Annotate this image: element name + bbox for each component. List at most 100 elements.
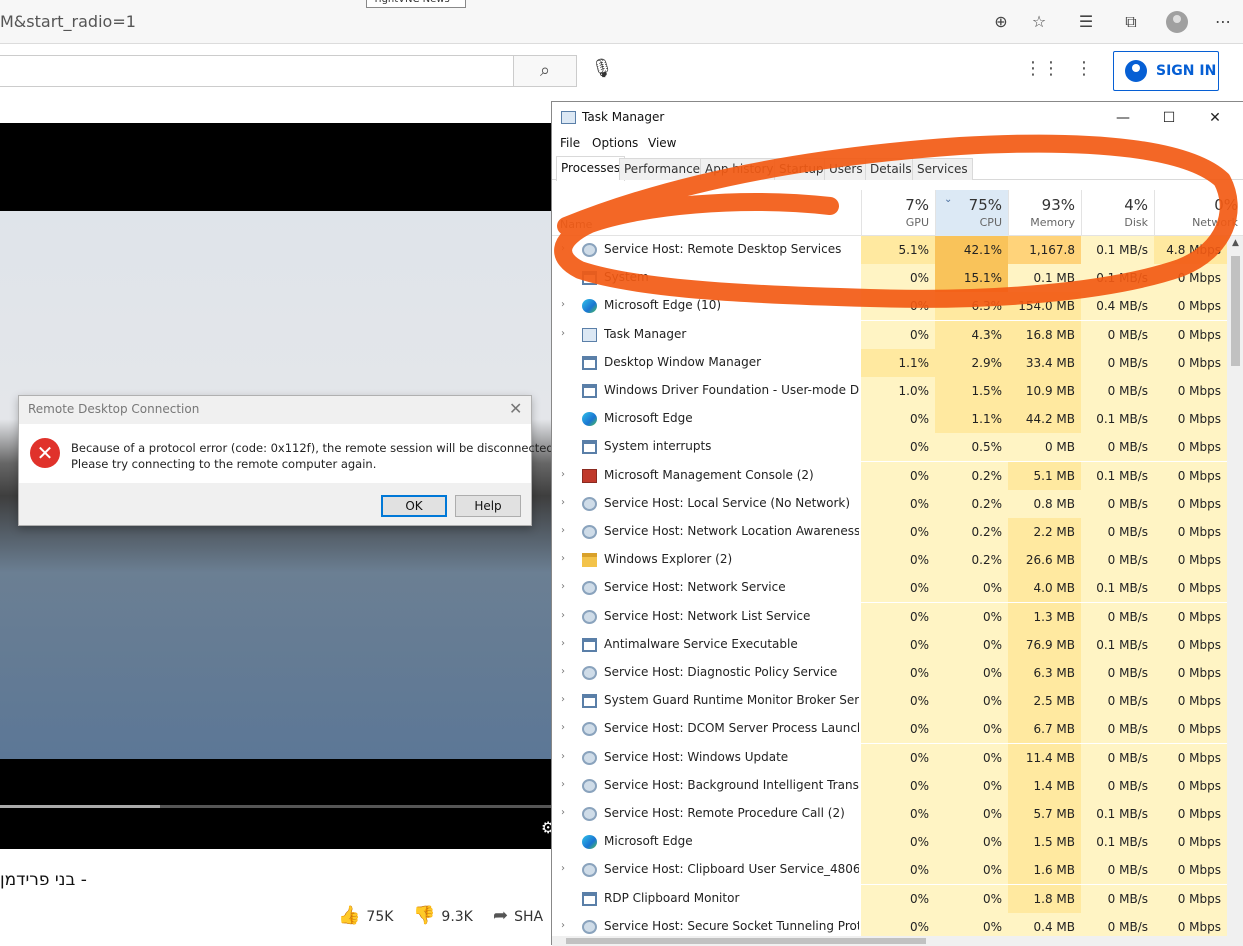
process-row[interactable]: System 0% 15.1% 0.1 MB 0.1 MB/s 0 Mbps [552,264,1243,293]
title-bar[interactable]: Task Manager — ☐ ✕ [552,102,1243,134]
like-button[interactable]: 👍 75K [338,905,393,927]
expand-chevron-icon[interactable]: › [561,666,565,677]
search-input[interactable] [0,55,514,87]
column-memory[interactable]: 93% Memory [1008,190,1081,236]
scroll-thumb[interactable] [1231,256,1240,366]
apps-grid-icon[interactable]: ⋮⋮ [1024,58,1060,82]
process-disk-cell: 0.1 MB/s [1081,461,1154,490]
process-row[interactable]: › Microsoft Management Console (2) 0% 0.2% 5… [552,461,1243,490]
more-vert-icon[interactable]: ⋮ [1072,58,1096,82]
share-button[interactable]: ➦ SHA [493,905,543,927]
expand-chevron-icon[interactable]: › [561,779,565,790]
microphone-icon[interactable]: 🎙 [590,58,614,84]
expand-chevron-icon[interactable]: › [561,694,565,705]
help-button[interactable]: Help [455,495,521,517]
collections-icon[interactable]: ⧉ [1120,11,1142,33]
process-net-cell: 0 Mbps [1154,856,1227,885]
gear-process-icon [582,807,597,821]
process-row[interactable]: › Service Host: Background Intelligent Tr… [552,771,1243,800]
expand-chevron-icon[interactable]: › [561,553,565,564]
process-row[interactable]: › Service Host: DCOM Server Process Launc… [552,715,1243,744]
process-mem-cell: 1.6 MB [1008,856,1081,885]
maximize-icon[interactable]: ☐ [1154,107,1184,129]
process-row[interactable]: › Service Host: Windows Update 0% 0% 11.4 MB… [552,743,1243,772]
favorites-list-icon[interactable]: ☰ [1075,11,1097,33]
menu-options[interactable]: Options [592,136,638,150]
tab-users[interactable]: Users [824,158,868,180]
explorer-process-icon [582,553,597,568]
scroll-up-icon[interactable]: ▲ [1227,238,1243,248]
expand-chevron-icon[interactable]: › [561,581,565,592]
tab-app-history[interactable]: App history [700,158,779,180]
process-row[interactable]: › Service Host: Diagnostic Policy Service… [552,659,1243,687]
expand-chevron-icon[interactable]: › [561,863,565,874]
expand-chevron-icon[interactable]: › [561,469,565,480]
process-row[interactable]: Windows Driver Foundation - User-mode Dr… [552,377,1243,405]
process-row[interactable]: › Service Host: Remote Procedure Call (2)… [552,800,1243,828]
tab-processes[interactable]: Processes [556,156,626,181]
column-name[interactable]: Name [560,218,592,231]
process-row[interactable]: › Service Host: Secure Socket Tunneling P… [552,912,1243,936]
tab-performance[interactable]: Performance [619,158,706,180]
vertical-scrollbar[interactable]: ▲ [1227,236,1243,936]
column-gpu[interactable]: 7% GPU [861,190,935,236]
process-row[interactable]: Microsoft Edge 0% 1.1% 44.2 MB 0.1 MB/s 0 Mbp… [552,405,1243,434]
close-icon[interactable]: ✕ [509,399,522,418]
process-cpu-cell: 0% [935,715,1008,744]
process-row[interactable]: Microsoft Edge 0% 0% 1.5 MB 0.1 MB/s 0 Mbps [552,828,1243,857]
expand-chevron-icon[interactable]: › [561,638,565,649]
menu-file[interactable]: File [560,136,580,150]
expand-chevron-icon[interactable]: › [561,299,565,310]
address-bar[interactable]: M&start_radio=1 [0,12,136,31]
expand-chevron-icon[interactable]: › [561,497,565,508]
process-row[interactable]: › System Guard Runtime Monitor Broker Ser… [552,687,1243,716]
tab-details[interactable]: Details [865,158,917,180]
favorite-star-icon[interactable]: ☆ [1028,11,1050,33]
process-gpu-cell: 0% [861,292,935,321]
process-net-cell: 0 Mbps [1154,800,1227,828]
process-row[interactable]: › Service Host: Network Location Awarenes… [552,518,1243,546]
process-row[interactable]: Desktop Window Manager 1.1% 2.9% 33.4 MB 0 M… [552,348,1243,377]
expand-chevron-icon[interactable]: › [561,751,565,762]
tab-startup[interactable]: Startup [774,158,829,180]
process-disk-cell: 0 MB/s [1081,743,1154,772]
settings-gear-icon[interactable]: ⚙ [541,818,551,837]
process-row[interactable]: › Service Host: Remote Desktop Services 5.… [552,236,1243,285]
process-row[interactable]: System interrupts 0% 0.5% 0 MB 0 MB/s 0 Mbps [552,433,1243,462]
tm-process-icon [582,327,597,342]
process-gpu-cell: 0% [861,687,935,716]
process-row[interactable]: › Windows Explorer (2) 0% 0.2% 26.6 MB 0 MB/s… [552,546,1243,575]
process-row[interactable]: › Service Host: Local Service (No Network… [552,489,1243,518]
more-icon[interactable]: ⋯ [1212,11,1234,33]
dislike-button[interactable]: 👎 9.3K [413,905,473,927]
process-row[interactable]: › Service Host: Network List Service 0% 0% 1… [552,602,1243,631]
process-net-cell: 0 Mbps [1154,433,1227,462]
scroll-thumb[interactable] [566,938,926,944]
column-network[interactable]: 0% Network [1154,190,1243,236]
process-row[interactable]: › Microsoft Edge (10) 0% 6.3% 154.0 MB 0.4 MB… [552,292,1243,321]
close-icon[interactable]: ✕ [1200,107,1230,129]
process-row[interactable]: › Service Host: Clipboard User Service_48… [552,856,1243,885]
column-disk[interactable]: 4% Disk [1081,190,1154,236]
expand-chevron-icon[interactable]: › [561,722,565,733]
process-mem-cell: 0.8 MB [1008,489,1081,518]
expand-chevron-icon[interactable]: › [561,807,565,818]
search-button[interactable]: ⌕ [513,55,577,87]
ok-button[interactable]: OK [381,495,447,517]
process-row[interactable]: › Service Host: Network Service 0% 0% 4.0 MB… [552,574,1243,603]
minimize-icon[interactable]: — [1108,107,1138,129]
add-tab-icon[interactable]: ⊕ [990,11,1012,33]
process-row[interactable]: RDP Clipboard Monitor 0% 0% 1.8 MB 0 MB/s 0 M… [552,884,1243,913]
menu-view[interactable]: View [648,136,676,150]
profile-icon[interactable] [1166,11,1188,33]
process-row[interactable]: › Task Manager 0% 4.3% 16.8 MB 0 MB/s 0 Mbps [552,320,1243,349]
expand-chevron-icon[interactable]: › [561,525,565,536]
sign-in-button[interactable]: SIGN IN [1113,51,1219,91]
tab-services[interactable]: Services [912,158,973,180]
expand-chevron-icon[interactable]: › [561,920,565,931]
expand-chevron-icon[interactable]: › [561,610,565,621]
expand-chevron-icon[interactable]: › [561,328,565,339]
process-row[interactable]: › Antimalware Service Executable 0% 0% 76.9 … [552,630,1243,659]
expand-chevron-icon[interactable]: › [561,243,565,254]
process-gpu-cell: 5.1% [861,236,935,264]
